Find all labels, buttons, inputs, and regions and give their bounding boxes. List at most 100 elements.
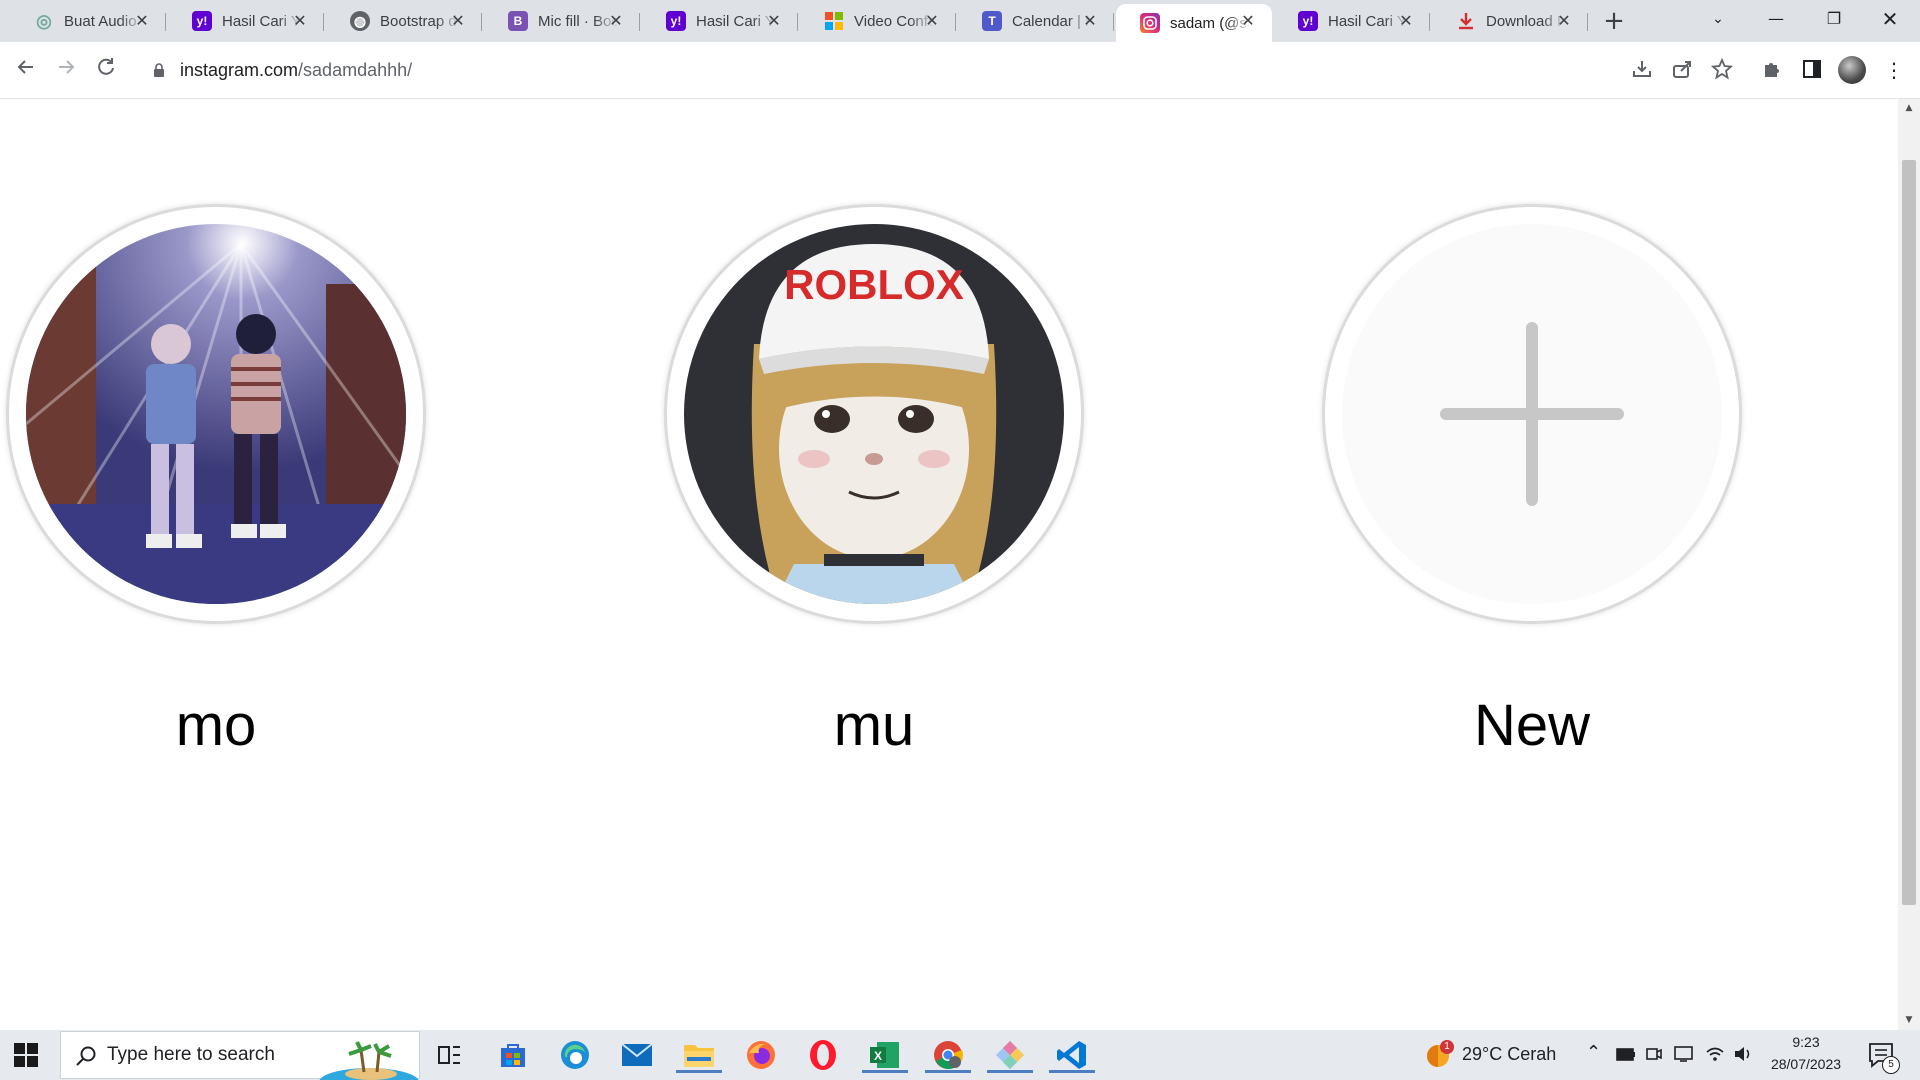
browser-tab[interactable]: T Calendar | M ✕ [958, 4, 1114, 38]
chatgpt-icon: ◎ [36, 10, 52, 31]
scrollbar-thumb[interactable] [1902, 160, 1916, 905]
tab-separator [165, 13, 166, 31]
task-view-icon[interactable] [432, 1037, 468, 1073]
browser-tab[interactable]: sadam (@sa ✕ [1116, 4, 1272, 42]
sourcetree-diamond-icon[interactable] [987, 1037, 1033, 1073]
side-panel-icon[interactable] [1800, 58, 1824, 82]
highlight-cover-image[interactable] [26, 224, 406, 604]
restore-button[interactable]: ❐ [1806, 0, 1862, 40]
scroll-down-arrow-icon[interactable]: ▼ [1898, 1012, 1920, 1028]
globe-icon: ◍ [350, 11, 370, 31]
edge-icon[interactable] [557, 1037, 593, 1073]
browser-menu-icon[interactable]: ⋮ [1882, 58, 1906, 82]
tab-close-icon[interactable]: ✕ [764, 11, 784, 31]
microsoft-icon [824, 11, 844, 31]
tab-separator [955, 13, 956, 31]
notification-count-badge: 5 [1882, 1056, 1900, 1074]
minimize-button[interactable]: — [1748, 0, 1804, 40]
highlight-label[interactable]: mu [664, 692, 1084, 759]
tab-close-icon[interactable]: ✕ [448, 11, 468, 31]
extensions-puzzle-icon[interactable] [1760, 58, 1784, 82]
highlight-label[interactable]: New [1322, 692, 1742, 759]
tab-separator [1587, 13, 1588, 31]
browser-tab[interactable]: Video Confe ✕ [800, 4, 956, 38]
tab-close-icon[interactable]: ✕ [1238, 11, 1258, 31]
address-bar[interactable]: instagram.com/sadamdahhh/ [138, 50, 1414, 90]
tab-close-icon[interactable]: ✕ [132, 11, 152, 31]
new-tab-button[interactable]: + [1598, 6, 1630, 36]
tab-close-icon[interactable]: ✕ [1554, 11, 1574, 31]
tab-separator [1113, 13, 1114, 31]
show-hidden-icons-chevron-icon[interactable]: ⌃ [1586, 1042, 1601, 1063]
tab-close-icon[interactable]: ✕ [290, 11, 310, 31]
tab-strip: ◎ Buat Audio ✕ y! Hasil Cari Y ✕ ◍ Bootstrap d ✕… [0, 0, 1920, 42]
instagram-highlights-area: mo ROBLOX mu New [0, 99, 1898, 1029]
firefox-icon[interactable] [743, 1037, 779, 1073]
forward-button[interactable] [52, 56, 80, 84]
mail-icon[interactable] [619, 1037, 655, 1073]
battery-icon[interactable] [1616, 1046, 1636, 1062]
close-window-button[interactable]: ✕ [1862, 0, 1918, 40]
browser-tab[interactable]: B Mic fill · Boo ✕ [484, 4, 640, 38]
vscode-icon[interactable] [1049, 1037, 1095, 1073]
volume-icon[interactable] [1733, 1045, 1753, 1063]
download-icon [1456, 11, 1476, 31]
tab-close-icon[interactable]: ✕ [922, 11, 942, 31]
display-icon[interactable] [1674, 1045, 1694, 1063]
profile-avatar[interactable] [1838, 56, 1866, 84]
clock-date[interactable]: 28/07/2023 [1760, 1056, 1852, 1072]
install-app-icon[interactable] [1630, 58, 1654, 82]
forward-arrow-icon [59, 60, 75, 74]
tab-close-icon[interactable]: ✕ [606, 11, 626, 31]
highlight-cover-image[interactable]: ROBLOX [684, 224, 1064, 604]
roblox-cap-text: ROBLOX [784, 261, 964, 308]
highlight-label[interactable]: mo [6, 692, 426, 759]
browser-tab[interactable]: y! Hasil Cari Y ✕ [642, 4, 798, 38]
url-host: instagram.com [180, 59, 299, 80]
opera-icon[interactable] [805, 1037, 841, 1073]
instagram-icon [1140, 13, 1160, 33]
share-icon[interactable] [1670, 58, 1694, 82]
lock-icon[interactable] [152, 63, 166, 77]
svg-text:X: X [874, 1049, 882, 1063]
wifi-icon[interactable] [1705, 1045, 1725, 1063]
back-arrow-icon [17, 60, 33, 74]
tab-search-chevron-icon[interactable]: ⌄ [1690, 0, 1746, 40]
tab-close-icon[interactable]: ✕ [1396, 11, 1416, 31]
browser-toolbar: instagram.com/sadamdahhh/ ⋮ [0, 42, 1920, 99]
tab-separator [323, 13, 324, 31]
browser-tab[interactable]: y! Hasil Cari Y ✕ [168, 4, 324, 38]
url-path: /sadamdahhh/ [298, 59, 413, 80]
weather-text[interactable]: 29°C Cerah [1462, 1044, 1556, 1065]
microsoft-store-icon[interactable] [495, 1037, 531, 1073]
excel-icon[interactable]: X [862, 1037, 908, 1073]
reload-icon [98, 58, 114, 75]
browser-tab[interactable]: ◎ Buat Audio ✕ [10, 4, 166, 38]
taskbar-search-box[interactable]: Type here to search [60, 1031, 420, 1080]
url-text[interactable]: instagram.com/sadamdahhh/ [180, 60, 412, 81]
island-search-highlight-icon [319, 1041, 419, 1080]
bookmark-star-icon[interactable] [1710, 57, 1734, 82]
tab-close-icon[interactable]: ✕ [1080, 11, 1100, 31]
chrome-icon[interactable] [925, 1037, 971, 1073]
tab-separator [1429, 13, 1430, 31]
new-highlight-circle[interactable] [1342, 224, 1722, 604]
reload-button[interactable] [92, 56, 120, 84]
meet-now-icon[interactable] [1645, 1045, 1663, 1063]
scroll-up-arrow-icon[interactable]: ▲ [1898, 100, 1920, 116]
search-icon [76, 1046, 96, 1066]
clock-time[interactable]: 9:23 [1768, 1034, 1844, 1050]
browser-tab[interactable]: ◍ Bootstrap d ✕ [326, 4, 482, 38]
tab-separator [481, 13, 482, 31]
windows-start-icon[interactable] [14, 1043, 38, 1067]
browser-tab[interactable]: y! Hasil Cari Y ✕ [1274, 4, 1430, 38]
search-placeholder: Type here to search [107, 1044, 275, 1065]
yahoo-icon: y! [192, 11, 212, 31]
back-button[interactable] [12, 56, 40, 84]
yahoo-icon: y! [666, 11, 686, 31]
bootstrap-icon: B [508, 11, 528, 31]
file-explorer-icon[interactable] [676, 1037, 722, 1073]
plus-icon [1440, 322, 1624, 506]
tab-separator [797, 13, 798, 31]
browser-tab[interactable]: Download I ✕ [1432, 4, 1588, 38]
